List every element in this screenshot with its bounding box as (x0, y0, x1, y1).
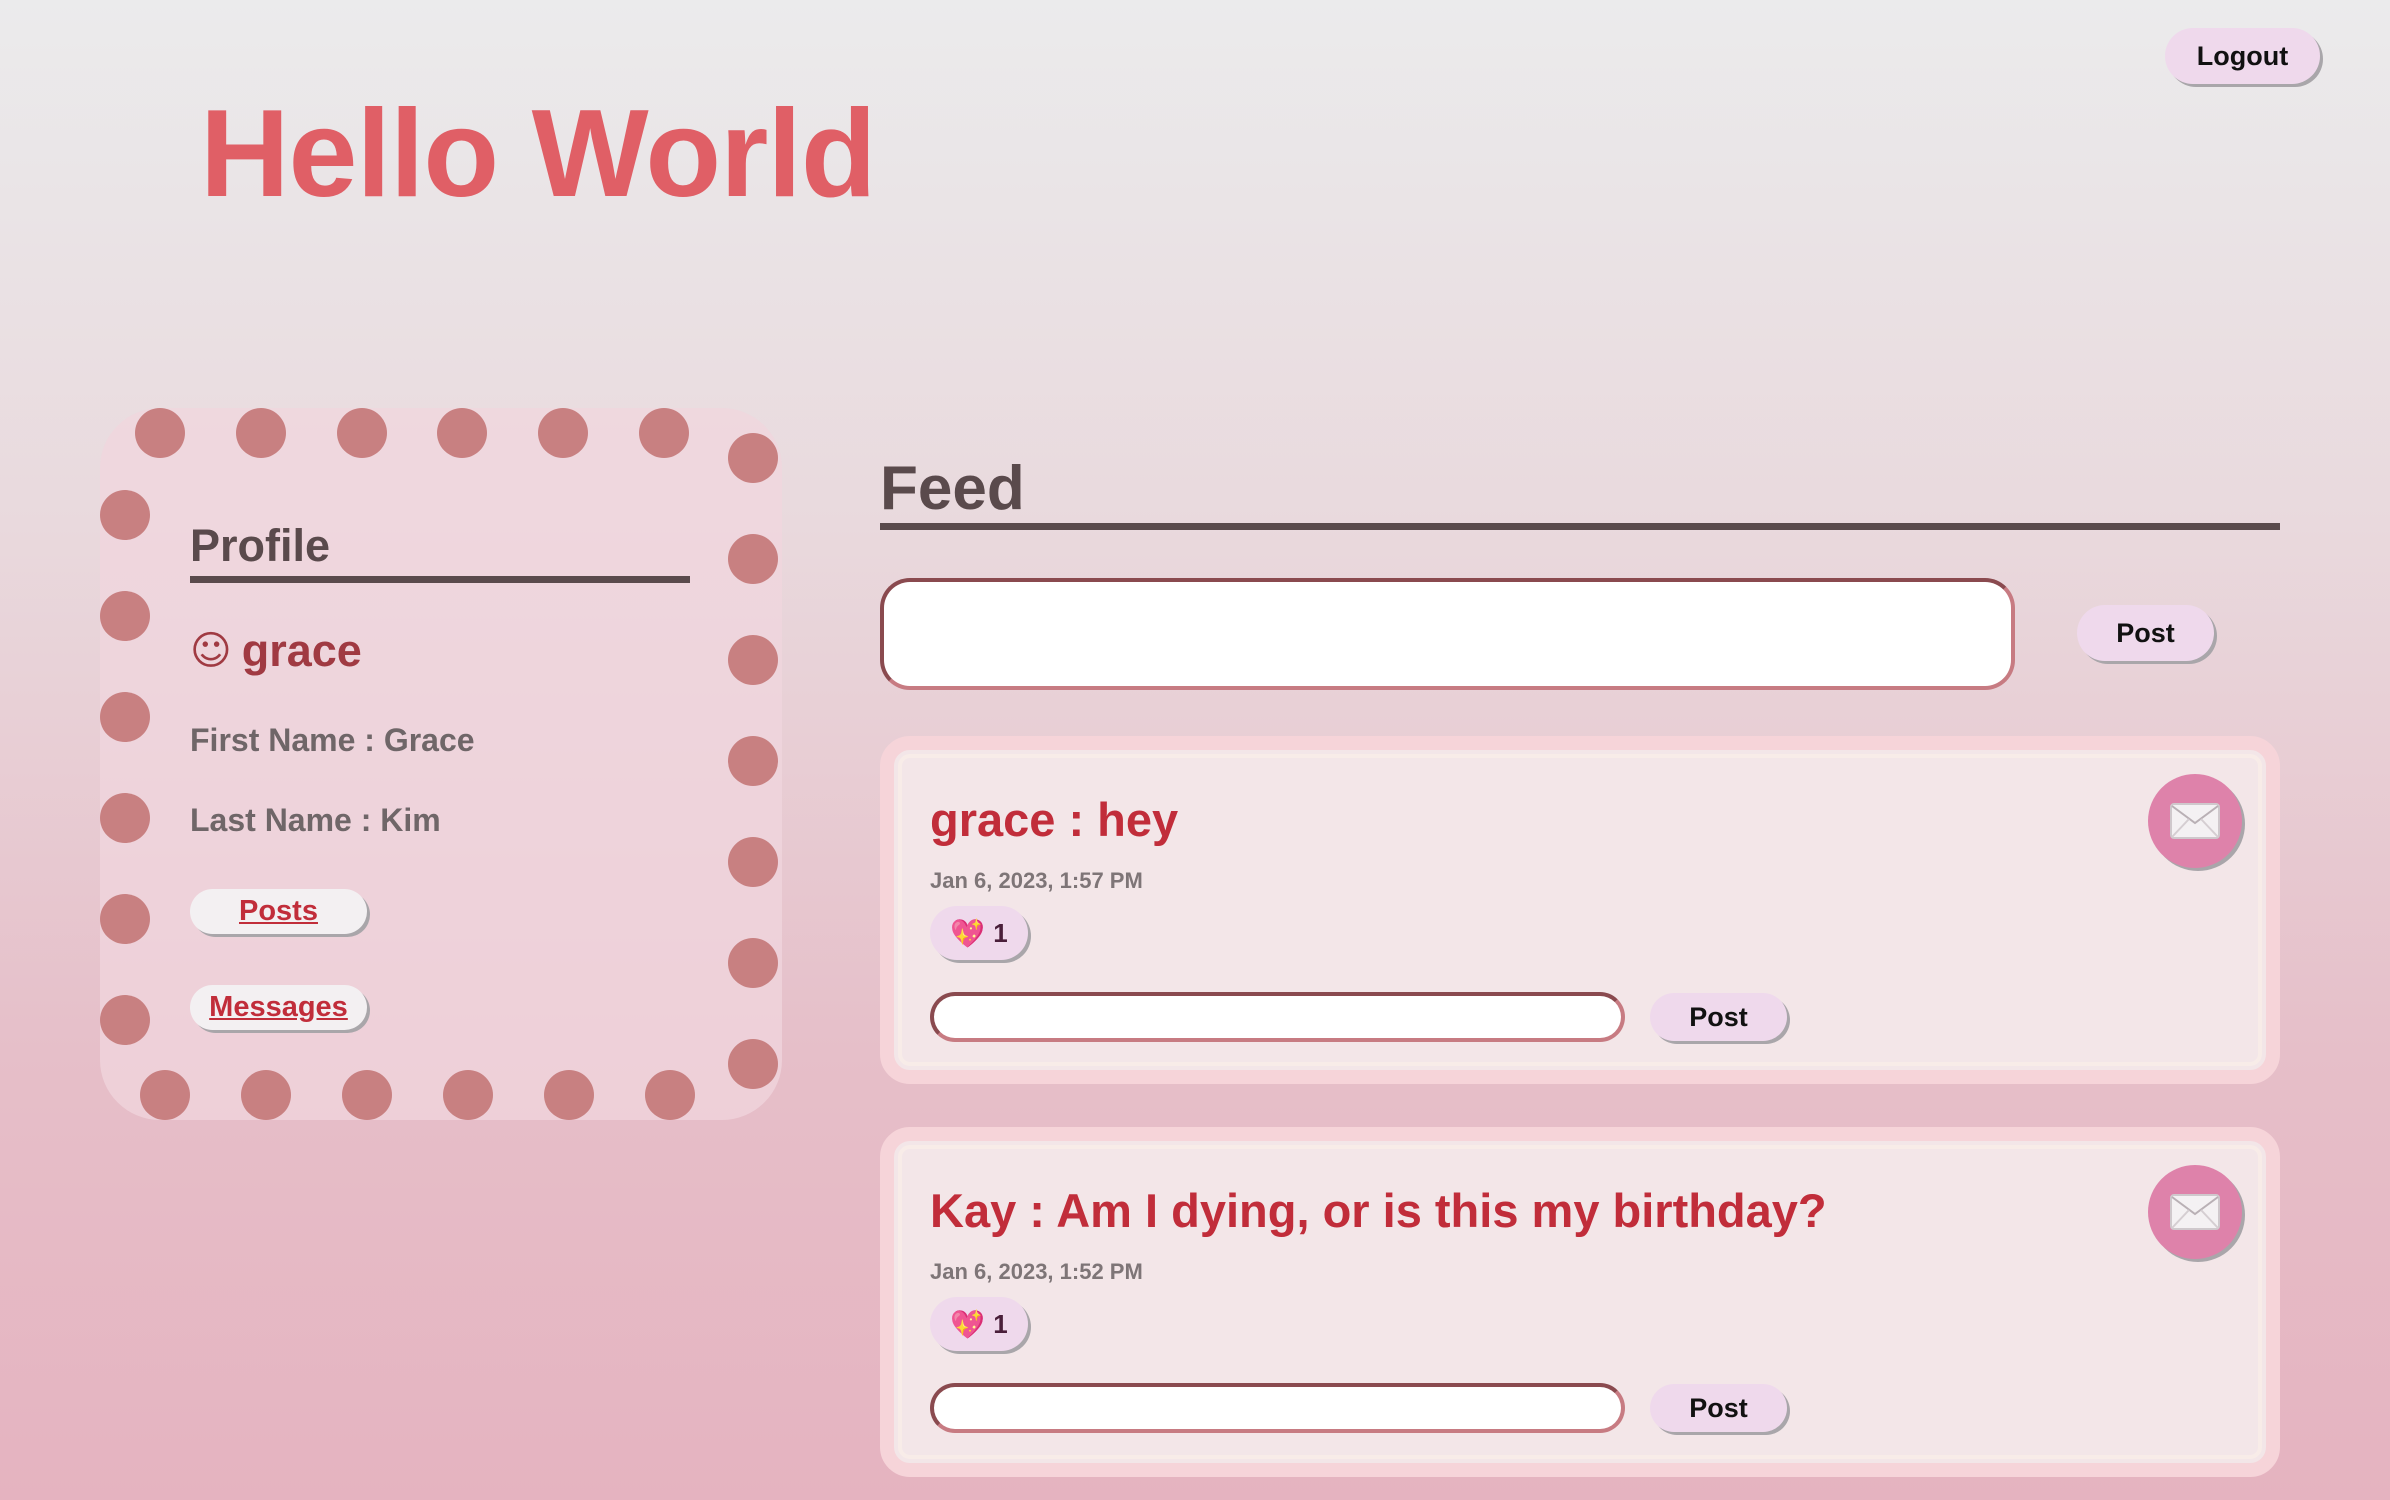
comment-post-button[interactable]: Post (1650, 1384, 1787, 1432)
like-count: 1 (993, 1308, 1008, 1339)
decorative-dot (342, 1070, 392, 1120)
decorative-dot (140, 1070, 190, 1120)
post-card: Kay : Am I dying, or is this my birthday… (880, 1127, 2280, 1477)
decorative-dot (728, 534, 778, 584)
post-title: Kay : Am I dying, or is this my birthday… (930, 1184, 1827, 1237)
profile-username-text: grace (241, 625, 362, 676)
decorative-dot (100, 591, 150, 641)
comment-input[interactable] (930, 992, 1625, 1042)
decorative-dot (100, 692, 150, 742)
sparkling-heart-icon: 💖 (950, 1307, 986, 1341)
decorative-dot (135, 408, 185, 458)
decorative-dot (100, 995, 150, 1045)
decorative-dot (236, 408, 286, 458)
profile-username: ☺ grace (190, 625, 362, 677)
messages-link[interactable]: Messages (190, 985, 367, 1030)
decorative-dot (100, 793, 150, 843)
sparkling-heart-icon: 💖 (950, 916, 986, 950)
decorative-dot (639, 408, 689, 458)
decorative-dot (241, 1070, 291, 1120)
decorative-dot (437, 408, 487, 458)
comment-post-button[interactable]: Post (1650, 993, 1787, 1041)
posts-link[interactable]: Posts (190, 889, 367, 934)
decorative-dot (544, 1070, 594, 1120)
decorative-dot (728, 635, 778, 685)
envelope-icon (2170, 1194, 2220, 1230)
profile-last-name: Last Name : Kim (190, 802, 441, 838)
decorative-dot (728, 938, 778, 988)
decorative-dot (443, 1070, 493, 1120)
decorative-dot (728, 837, 778, 887)
new-post-button[interactable]: Post (2077, 605, 2214, 661)
message-button[interactable] (2148, 774, 2242, 868)
post-card: grace : hey Jan 6, 2023, 1:57 PM 💖 1 Pos… (880, 736, 2280, 1084)
message-button[interactable] (2148, 1165, 2242, 1259)
app-title: Hello World (200, 85, 877, 223)
post-title: grace : hey (930, 793, 1179, 846)
decorative-dot (728, 1039, 778, 1089)
like-count: 1 (993, 917, 1008, 948)
decorative-dot (728, 736, 778, 786)
decorative-dot (100, 894, 150, 944)
decorative-dot (728, 433, 778, 483)
smiley-icon: ☺ (190, 628, 232, 674)
like-button[interactable]: 💖 1 (930, 906, 1028, 960)
logout-button[interactable]: Logout (2165, 28, 2320, 84)
like-button[interactable]: 💖 1 (930, 1297, 1028, 1351)
new-post-input[interactable] (880, 578, 2015, 690)
feed-heading: Feed (880, 454, 2280, 531)
post-date: Jan 6, 2023, 1:57 PM (930, 868, 1143, 893)
comment-input[interactable] (930, 1383, 1625, 1433)
profile-first-name: First Name : Grace (190, 722, 475, 758)
decorative-dot (100, 490, 150, 540)
decorative-dot (538, 408, 588, 458)
profile-heading: Profile (190, 520, 690, 583)
post-date: Jan 6, 2023, 1:52 PM (930, 1259, 1143, 1284)
envelope-icon (2170, 803, 2220, 839)
decorative-dot (645, 1070, 695, 1120)
decorative-dot (337, 408, 387, 458)
